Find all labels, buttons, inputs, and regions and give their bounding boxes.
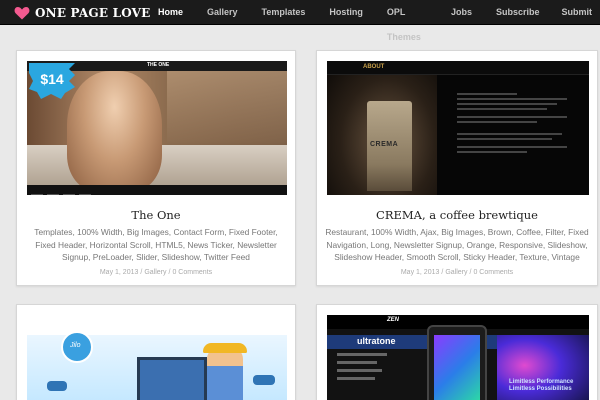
thumbnail-footer-strip [27,185,287,195]
thumbnail-hard-hat [203,343,247,353]
heart-icon [14,7,30,20]
card-date: May 1, 2013 [99,269,139,276]
gallery-card-the-one: THE ONE $14 The One Templates, 100% Widt… [16,50,296,286]
site-logo[interactable]: ONE PAGE LOVE [14,5,151,21]
gallery-card-illustrated: Jilo [16,304,296,400]
nav-jobs[interactable]: Jobs [443,0,480,25]
thumbnail-phone [427,325,487,400]
thumbnail-coffee-bag: CREMA [367,101,412,191]
footer-nav-item [31,194,43,195]
nav-templates[interactable]: Templates [254,0,314,25]
card-meta: May 1, 2013/Gallery/0 Comments [99,269,213,276]
thumbnail-site-title: THE ONE [147,62,170,68]
thumbnail-monitor [137,357,207,400]
gallery-card-ultratone: ZEN ultratone Limitless Performance Limi… [316,304,598,400]
price-text: $14 [40,71,64,87]
card-category-link[interactable]: Gallery [144,269,166,276]
card-meta: May 1, 2013/Gallery/0 Comments [400,269,514,276]
nav-opl-themes[interactable]: OPL Themes [379,0,437,42]
top-navigation-bar: ONE PAGE LOVE Home Gallery Templates Hos… [0,0,600,42]
card-title[interactable]: The One [17,208,295,222]
gallery-card-crema: CREMA ABOUT CREMA, a coffee brewtique Re… [316,50,598,286]
footer-nav-item [47,194,59,195]
card-comments-link[interactable]: 0 Comments [473,269,513,276]
card-comments-link[interactable]: 0 Comments [172,269,212,276]
thumbnail-worker-character [207,347,243,400]
card-tags: Restaurant, 100% Width, Ajax, Big Images… [325,227,589,262]
thumbnail-model-photo [67,71,162,191]
thumbnail-header: ABOUT [327,61,589,75]
nav-hosting[interactable]: Hosting [321,0,371,25]
card-thumbnail[interactable]: CREMA ABOUT [327,61,589,195]
nav-subscribe[interactable]: Subscribe [488,0,548,25]
nav-home[interactable]: Home [150,0,191,25]
thumbnail-light-burst: Limitless Performance Limitless Possibil… [497,335,589,400]
nav-gallery[interactable]: Gallery [199,0,246,25]
thumbnail-product-label: CREMA [370,141,399,148]
footer-nav-item [79,194,91,195]
footer-nav-item [63,194,75,195]
thumbnail-phone-screen [434,335,480,400]
thumbnail-logo-badge: Jilo [61,331,93,363]
price-badge[interactable]: $14 [29,63,75,99]
thumbnail-pointing-hand [47,381,67,391]
card-thumbnail[interactable]: Jilo [27,315,287,400]
card-tags: Templates, 100% Width, Big Images, Conta… [34,227,278,262]
card-thumbnail[interactable]: THE ONE $14 [27,61,287,195]
card-category-link[interactable]: Gallery [445,269,467,276]
thumbnail-nav-label: ABOUT [363,64,385,70]
nav-submit[interactable]: Submit [554,0,600,25]
thumbnail-feature-list [337,353,417,385]
card-date: May 1, 2013 [400,269,440,276]
card-title[interactable]: CREMA, a coffee brewtique [317,208,597,222]
card-thumbnail[interactable]: ZEN ultratone Limitless Performance Limi… [327,315,589,400]
thumbnail-pointing-hand [253,375,275,385]
site-name: ONE PAGE LOVE [35,6,151,20]
thumbnail-text-block [457,93,577,156]
main-navigation: Home Gallery Templates Hosting OPL Theme… [150,0,600,42]
